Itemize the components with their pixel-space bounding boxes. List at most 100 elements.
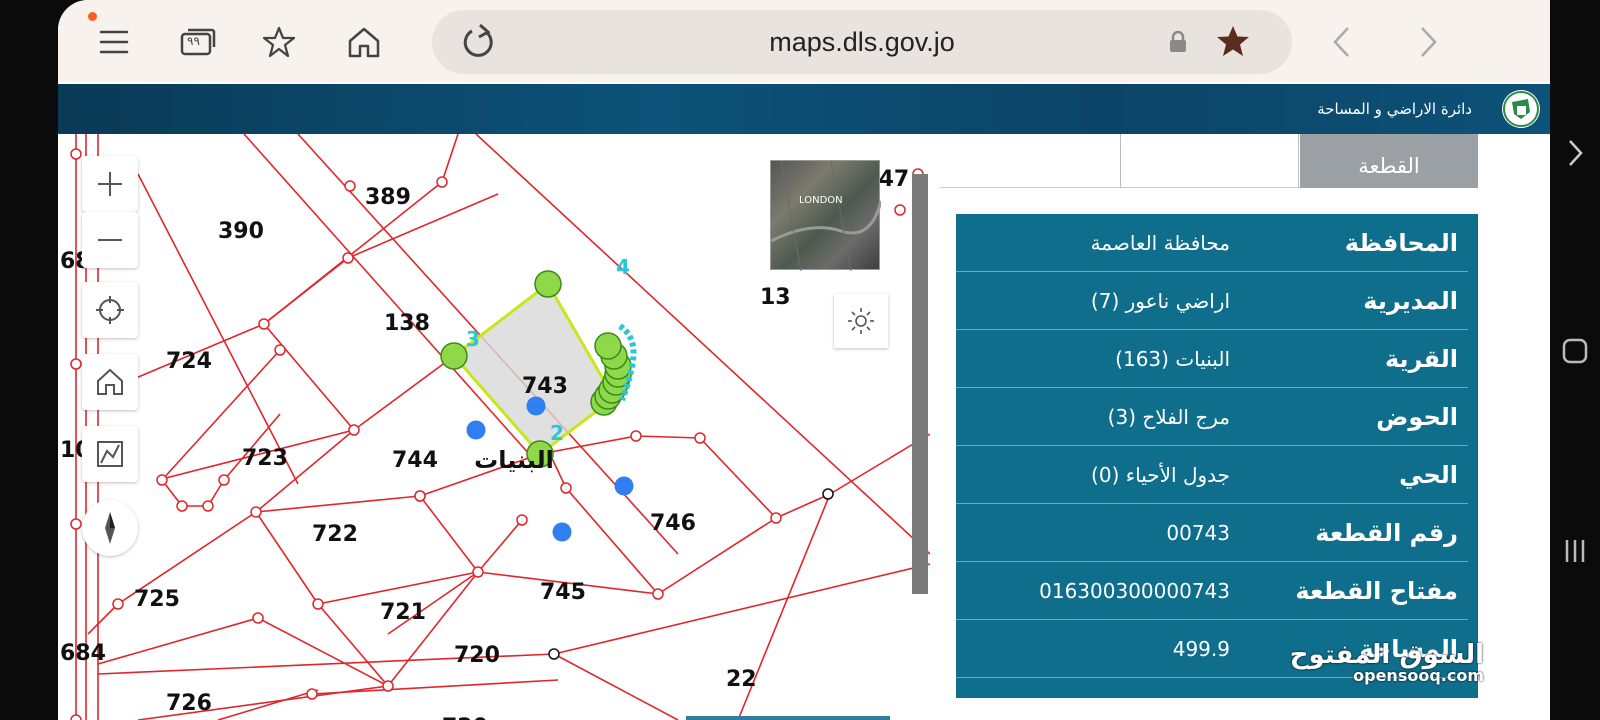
map-panel-splitter[interactable] [912, 174, 928, 594]
back-icon[interactable] [1320, 20, 1364, 64]
info-value: اراضي ناعور (7) [1090, 289, 1230, 313]
boundary-vertex [694, 432, 706, 444]
site-title: دائرة الاراضي و المساحة [1317, 100, 1472, 118]
parcel-info-panel: القطعة المحافظة محافظة العاصمة المديرية ار… [930, 134, 1488, 720]
parcel-vertex-marker[interactable] [594, 332, 622, 360]
map-bottom-bar [686, 716, 890, 720]
boundary-vertex [250, 506, 262, 518]
crosshair-icon [96, 296, 124, 324]
info-row-directorate: المديرية اراضي ناعور (7) [956, 272, 1468, 330]
info-row-parcel-number: رقم القطعة 00743 [956, 504, 1468, 562]
url-text[interactable]: maps.dls.gov.jo [432, 10, 1292, 74]
cadastral-map[interactable]: 389 390 138 724 743 723 744 722 746 725 745 721 720 6… [58, 134, 930, 720]
zoom-out-button[interactable] [82, 212, 138, 268]
home-extent-button[interactable] [82, 354, 138, 410]
boundary-vertex [202, 500, 214, 512]
parcel-boundary [243, 134, 539, 465]
parcel-boundary [553, 563, 930, 655]
parcel-number-label: 743 [522, 374, 568, 399]
info-label: مفتاح القطعة [1295, 577, 1458, 605]
boundary-vertex [252, 612, 264, 624]
parcel-boundary [635, 435, 701, 439]
tab-divider [1120, 134, 1121, 188]
vertex-label-2: 2 [550, 421, 564, 445]
info-value: البنيات (163) [1115, 347, 1230, 371]
info-scrollbar[interactable] [938, 214, 956, 698]
parcel-number-label: 722 [312, 522, 358, 547]
site-header: دائرة الاراضي و المساحة [58, 84, 1550, 134]
device-frame: ٩٩ maps.dls.gov.jo دائرة الاراضي و المسا… [0, 0, 1600, 720]
parcel-number-label: 390 [218, 219, 264, 244]
home-icon[interactable] [342, 20, 386, 64]
info-row-village: القرية البنيات (163) [956, 330, 1468, 388]
parcel-vertex-marker[interactable] [534, 270, 562, 298]
parcel-number-label: 22 [726, 667, 757, 692]
parcel-number-label: 13 [760, 285, 791, 310]
boundary-vertex [560, 482, 572, 494]
info-value: مرج الفلاح (3) [1107, 405, 1230, 429]
boundary-vertex [652, 588, 664, 600]
info-row-district: الحي جدول الأحياء (0) [956, 446, 1468, 504]
parcel-boundary [255, 495, 421, 513]
boundary-vertex [274, 344, 286, 356]
parcel-number-label: 138 [384, 311, 430, 336]
tab-parcel[interactable]: القطعة [1300, 134, 1478, 188]
parcel-boundary [263, 257, 349, 325]
opensooq-watermark: السوق المفتوح opensooq.com [1290, 640, 1484, 685]
parcel-vertex-marker[interactable] [440, 342, 468, 370]
parcel-boundary [87, 603, 119, 635]
parcel-number-label: 725 [134, 587, 180, 612]
zoom-in-button[interactable] [82, 156, 138, 212]
point-of-interest-dot[interactable] [526, 396, 546, 416]
parcel-number-label: 723 [242, 446, 288, 471]
sun-icon [848, 308, 874, 334]
bookmark-add-icon[interactable] [258, 20, 302, 64]
tabs-count: ٩٩ [187, 34, 200, 48]
plus-icon [98, 172, 122, 196]
survey-point [548, 648, 560, 660]
boundary-vertex [312, 598, 324, 610]
info-row-basin: الحوض مرج الفلاح (3) [956, 388, 1468, 446]
brightness-button[interactable] [834, 294, 888, 348]
map-tool-button[interactable] [82, 426, 138, 482]
boundary-vertex [70, 148, 82, 160]
measure-map-icon [97, 441, 123, 467]
parcel-boundary [263, 323, 355, 431]
parcel-boundary [441, 134, 459, 183]
boundary-vertex [176, 500, 188, 512]
info-label: القرية [1384, 345, 1458, 373]
survey-point [822, 488, 834, 500]
menu-icon[interactable] [92, 20, 136, 64]
vertex-label-3: 3 [466, 327, 480, 351]
info-label: المديرية [1363, 287, 1458, 315]
locate-button[interactable] [82, 282, 138, 338]
compass-button[interactable] [82, 500, 138, 556]
tabs-icon[interactable]: ٩٩ [176, 20, 220, 64]
panel-tabs: القطعة [940, 134, 1478, 188]
parcel-info-table: المحافظة محافظة العاصمة المديرية اراضي ناع… [938, 214, 1478, 698]
info-value: جدول الأحياء (0) [1091, 463, 1230, 487]
point-of-interest-dot[interactable] [614, 476, 634, 496]
bookmarked-star-icon[interactable] [1216, 24, 1252, 62]
compass-icon [105, 512, 115, 544]
boundary-vertex [306, 688, 318, 700]
boundary-vertex [472, 566, 484, 578]
place-label: البنيات [474, 446, 554, 474]
recent-apps-icon[interactable] [1558, 534, 1592, 568]
parcel-boundary [419, 495, 479, 573]
boundary-vertex [516, 514, 528, 526]
square-icon[interactable] [1558, 334, 1592, 368]
lock-icon[interactable] [1168, 30, 1188, 58]
chevron-right-icon[interactable] [1558, 136, 1592, 170]
basemap-satellite-thumbnail[interactable]: LONDON [770, 160, 881, 271]
point-of-interest-dot[interactable] [552, 522, 572, 542]
info-value: 00743 [1166, 521, 1230, 545]
parcel-number-label: 724 [166, 349, 212, 374]
forward-icon[interactable] [1406, 20, 1450, 64]
address-bar[interactable]: maps.dls.gov.jo [432, 10, 1292, 74]
boundary-vertex [348, 424, 360, 436]
boundary-vertex [70, 358, 82, 370]
point-of-interest-dot[interactable] [466, 420, 486, 440]
jordan-map-logo-icon[interactable] [1502, 90, 1540, 128]
parcel-number-label: 720 [442, 715, 488, 720]
